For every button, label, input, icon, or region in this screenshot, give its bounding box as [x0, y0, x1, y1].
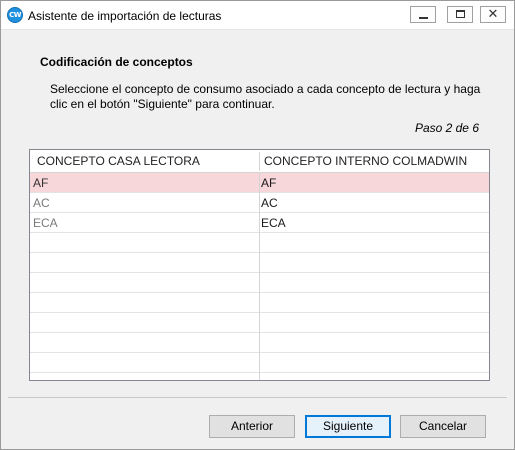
section-title: Codificación de conceptos: [40, 55, 193, 69]
app-icon: CW: [7, 7, 23, 23]
wizard-window: CW Asistente de importación de lecturas …: [0, 0, 515, 450]
column-header-concepto-interno[interactable]: CONCEPTO INTERNO COLMADWIN: [264, 154, 467, 168]
cell-concepto-casa-lectora[interactable]: AC: [33, 196, 50, 210]
footer-divider: [8, 397, 507, 398]
cell-concepto-casa-lectora[interactable]: ECA: [33, 216, 58, 230]
minimize-button[interactable]: [410, 6, 436, 23]
concept-mapping-grid[interactable]: CONCEPTO CASA LECTORA CONCEPTO INTERNO C…: [29, 149, 490, 381]
cancel-button[interactable]: Cancelar: [400, 415, 486, 438]
column-divider-line: [259, 173, 260, 380]
minimize-icon: [419, 17, 428, 19]
cell-concepto-interno[interactable]: AF: [261, 176, 276, 190]
close-icon: ✕: [487, 7, 499, 22]
close-button[interactable]: ✕: [480, 6, 506, 23]
previous-button[interactable]: Anterior: [209, 415, 295, 438]
window-title: Asistente de importación de lecturas: [28, 9, 222, 23]
next-button[interactable]: Siguiente: [305, 415, 391, 438]
title-bar[interactable]: CW Asistente de importación de lecturas …: [1, 1, 514, 30]
column-separator[interactable]: [259, 152, 260, 171]
maximize-icon: [456, 10, 465, 18]
column-header-casa-lectora[interactable]: CONCEPTO CASA LECTORA: [37, 154, 200, 168]
instructions-text: Seleccione el concepto de consumo asocia…: [50, 82, 481, 111]
cell-concepto-interno[interactable]: ECA: [261, 216, 286, 230]
cell-concepto-casa-lectora[interactable]: AF: [33, 176, 48, 190]
cell-concepto-interno[interactable]: AC: [261, 196, 278, 210]
grid-header: CONCEPTO CASA LECTORA CONCEPTO INTERNO C…: [30, 150, 489, 173]
maximize-button[interactable]: [447, 6, 473, 23]
step-indicator: Paso 2 de 6: [414, 121, 479, 135]
